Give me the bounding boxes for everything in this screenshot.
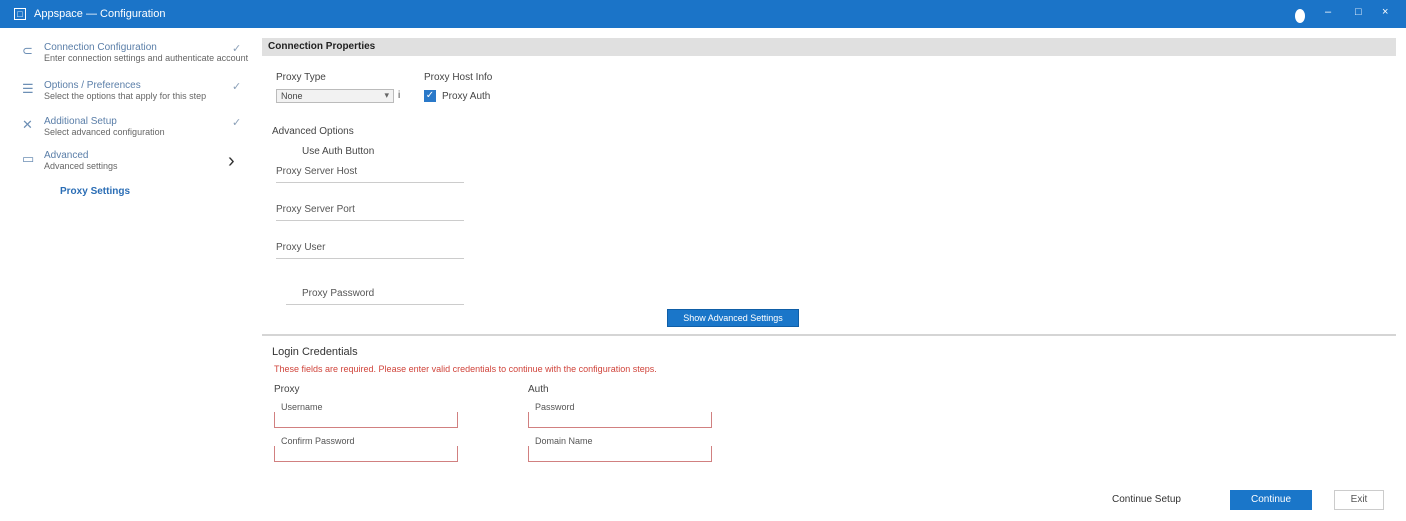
cross-icon: ✕ — [22, 117, 33, 132]
field-label: Proxy User — [276, 242, 326, 253]
info-icon: i — [398, 90, 401, 101]
check-icon: ✓ — [232, 81, 242, 93]
app-icon: □ — [14, 8, 26, 20]
password-input[interactable]: Password — [528, 402, 712, 428]
step-subtitle: Enter connection settings and authentica… — [44, 53, 249, 63]
section-title: Connection Properties — [268, 41, 376, 52]
advanced-options-label: Advanced Options — [272, 126, 354, 137]
proxy-port-field[interactable]: Proxy Server Port — [276, 202, 464, 221]
close-icon[interactable]: × — [1382, 6, 1388, 20]
step-subtitle: Select the options that apply for this s… — [44, 91, 207, 101]
section-header: Connection Properties — [262, 38, 1396, 56]
username-input[interactable]: Username — [274, 402, 458, 428]
left-column-label: Proxy — [274, 384, 300, 395]
proxy-type-select[interactable]: None ▾ — [276, 89, 394, 103]
window-icon: ▭ — [22, 151, 35, 166]
show-advanced-button[interactable]: Show Advanced Settings — [667, 309, 799, 327]
step-title: Options / Preferences — [44, 80, 141, 91]
field-label: Proxy Password — [302, 288, 375, 299]
use-auth-checkbox[interactable]: ✓ — [424, 90, 436, 102]
input-label: Domain Name — [535, 436, 593, 446]
field-label: Proxy Server Port — [276, 204, 355, 215]
minimize-icon[interactable]: – — [1325, 6, 1331, 20]
proxy-type-label: Proxy Type — [276, 72, 326, 83]
proxy-host-field[interactable]: Proxy Server Host — [276, 164, 464, 183]
continue-button[interactable]: Continue — [1230, 490, 1312, 510]
step-subtitle: Advanced settings — [44, 161, 118, 171]
domain-name-input[interactable]: Domain Name — [528, 436, 712, 462]
check-icon: ✓ — [232, 117, 242, 129]
exit-button[interactable]: Exit — [1334, 490, 1384, 510]
use-auth-label: Proxy Auth — [442, 91, 491, 102]
step-title: Advanced — [44, 150, 89, 161]
proxy-host-label: Proxy Host Info — [424, 72, 493, 83]
title-bar: □ Appspace — Configuration – □ × — [0, 0, 1406, 28]
proxy-password-field[interactable]: Proxy Password — [286, 286, 464, 305]
select-value: None — [281, 91, 303, 101]
step-subtitle: Select advanced configuration — [44, 127, 165, 137]
confirm-password-input[interactable]: Confirm Password — [274, 436, 458, 462]
maximize-icon[interactable]: □ — [1355, 6, 1362, 20]
step-title: Connection Configuration — [44, 42, 157, 53]
input-label: Username — [281, 402, 323, 412]
continue-setup-link[interactable]: Continue Setup — [1112, 490, 1212, 510]
right-column-label: Auth — [528, 384, 549, 395]
link-icon: ⊂ — [22, 43, 33, 58]
sidebar-subitem-proxy[interactable]: Proxy Settings — [60, 186, 130, 197]
field-label: Proxy Server Host — [276, 166, 358, 177]
input-label: Password — [535, 402, 575, 412]
section-divider — [262, 334, 1396, 336]
wizard-sidebar: ⊂ Connection Configuration Enter connect… — [0, 36, 250, 236]
chevron-down-icon: ▾ — [384, 90, 389, 100]
proxy-user-field[interactable]: Proxy User — [276, 240, 464, 259]
input-label: Confirm Password — [281, 436, 355, 446]
auth-button[interactable]: Use Auth Button — [302, 146, 374, 157]
window-title: Appspace — Configuration — [34, 8, 166, 20]
check-icon: ✓ — [232, 43, 242, 55]
list-icon: ☰ — [22, 81, 34, 96]
warning-text: These fields are required. Please enter … — [274, 364, 657, 374]
status-dot-icon — [1295, 9, 1305, 23]
step-title: Additional Setup — [44, 116, 117, 127]
chevron-right-icon: › — [228, 150, 235, 172]
login-section-title: Login Credentials — [272, 346, 358, 358]
